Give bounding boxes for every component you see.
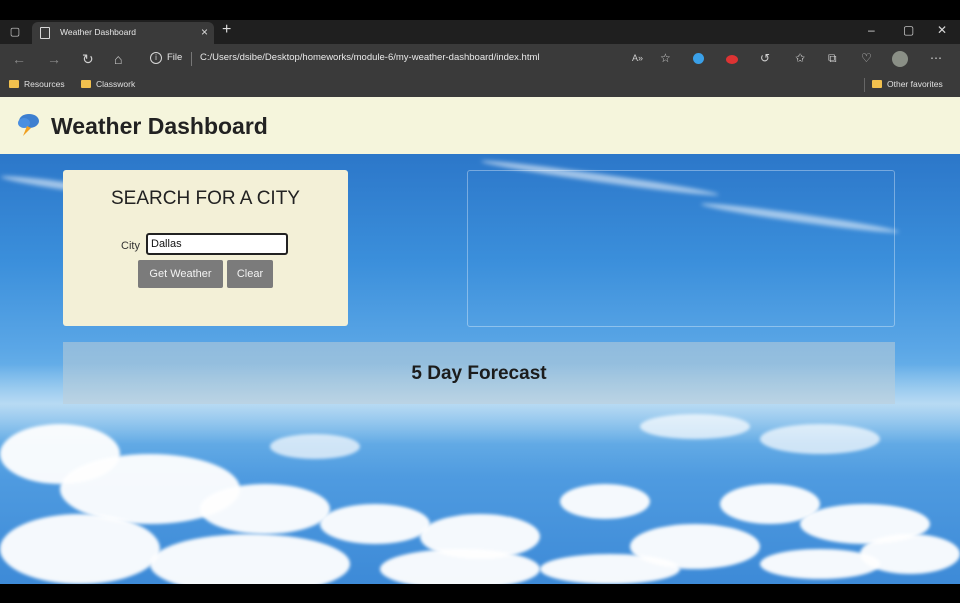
cloud <box>560 484 650 519</box>
folder-icon <box>9 80 19 88</box>
extension-icon[interactable] <box>693 53 704 64</box>
add-favorite-icon[interactable]: ☆ <box>660 51 671 65</box>
bookmark-label: Resources <box>24 79 65 89</box>
bookmark-label: Other favorites <box>887 79 943 89</box>
address-bar: ← → ↻ ⌂ i File C:/Users/dsibe/Desktop/ho… <box>0 44 960 74</box>
cloud <box>380 549 540 584</box>
new-tab-icon[interactable]: + <box>222 21 231 39</box>
page-icon <box>40 27 50 39</box>
browser-tab-bar: ▢ Weather Dashboard × + – ▢ ✕ <box>0 20 960 44</box>
page-header: Weather Dashboard <box>0 97 960 154</box>
folder-icon <box>872 80 882 88</box>
cloud <box>0 514 160 584</box>
weather-logo-icon <box>18 114 39 136</box>
get-weather-button[interactable]: Get Weather <box>138 260 223 288</box>
cloud <box>150 534 350 584</box>
favorites-icon[interactable]: ✩ <box>795 51 805 65</box>
maximize-icon[interactable]: ▢ <box>903 23 914 37</box>
cloud <box>760 424 880 454</box>
collections-icon[interactable]: ⧉ <box>828 51 837 66</box>
bookmark-other-favorites[interactable]: Other favorites <box>872 79 943 89</box>
cloud <box>760 549 880 579</box>
sync-icon[interactable]: ↺ <box>760 51 770 65</box>
bookmarks-bar: Resources Classwork Other favorites <box>0 74 960 97</box>
cloud <box>200 484 330 534</box>
forward-icon[interactable]: → <box>47 51 61 67</box>
url-field[interactable]: C:/Users/dsibe/Desktop/homeworks/module-… <box>200 52 540 63</box>
cloud <box>540 554 680 584</box>
current-weather-panel <box>467 170 895 327</box>
extension-2-icon[interactable] <box>726 55 738 64</box>
minimize-icon[interactable]: – <box>868 23 875 37</box>
tab-title: Weather Dashboard <box>60 27 136 37</box>
folder-icon <box>81 80 91 88</box>
bookmark-separator <box>864 78 865 92</box>
forecast-panel: 5 Day Forecast <box>63 342 895 404</box>
read-aloud-icon[interactable]: A» <box>632 53 643 63</box>
address-separator <box>191 52 192 66</box>
browser-essentials-icon[interactable]: ♡ <box>861 51 872 65</box>
close-window-icon[interactable]: ✕ <box>937 23 947 37</box>
cloud <box>320 504 430 544</box>
window-menu-icon[interactable]: ▢ <box>8 25 22 39</box>
city-input[interactable] <box>146 233 288 255</box>
bookmark-classwork[interactable]: Classwork <box>81 79 135 89</box>
bookmark-resources[interactable]: Resources <box>9 79 65 89</box>
info-icon[interactable]: i <box>150 52 162 64</box>
browser-tab[interactable]: Weather Dashboard × <box>32 22 214 44</box>
file-label: File <box>167 52 183 63</box>
cloud <box>640 414 750 439</box>
city-label: City <box>121 240 140 252</box>
cloud <box>270 434 360 459</box>
home-icon[interactable]: ⌂ <box>114 51 122 67</box>
search-panel: SEARCH FOR A CITY City Get Weather Clear <box>63 170 348 326</box>
forecast-heading: 5 Day Forecast <box>411 363 547 384</box>
back-icon[interactable]: ← <box>12 51 26 67</box>
more-menu-icon[interactable]: ⋯ <box>930 51 942 65</box>
profile-avatar-icon[interactable] <box>892 51 908 67</box>
refresh-icon[interactable]: ↻ <box>82 51 94 68</box>
bookmark-label: Classwork <box>96 79 136 89</box>
page-title: Weather Dashboard <box>51 113 268 139</box>
tab-close-icon[interactable]: × <box>201 25 208 39</box>
clear-button[interactable]: Clear <box>227 260 273 288</box>
search-heading: SEARCH FOR A CITY <box>111 188 300 209</box>
